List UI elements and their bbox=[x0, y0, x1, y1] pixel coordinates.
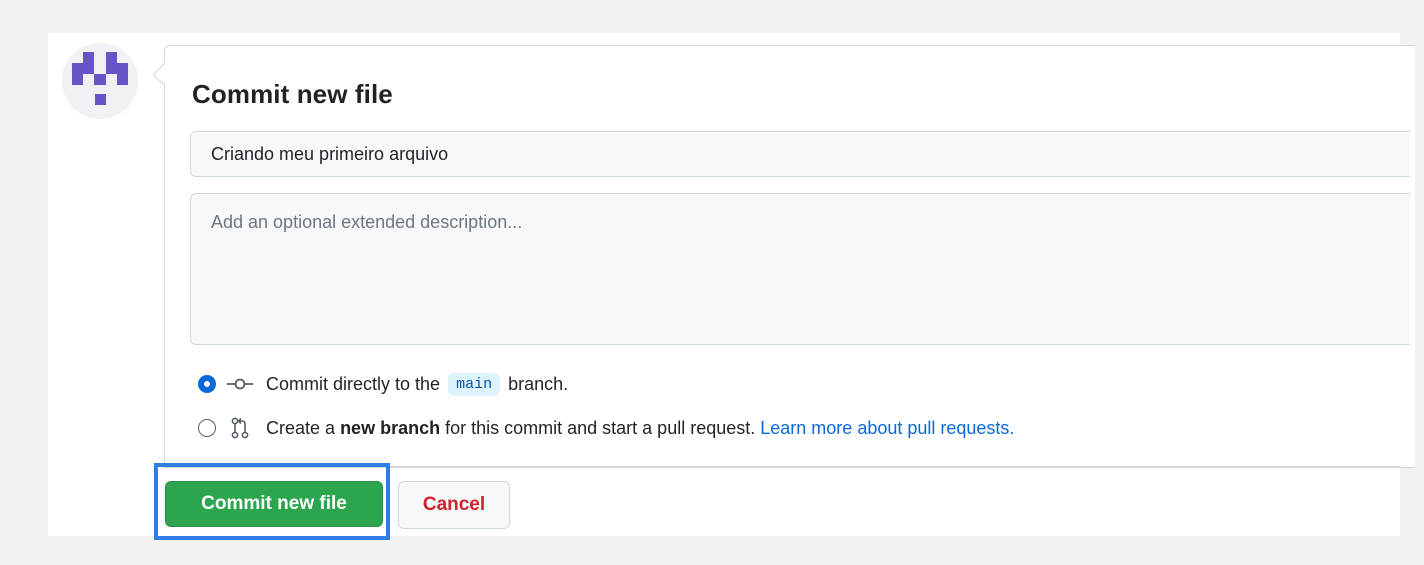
commit-new-file-button[interactable]: Commit new file bbox=[165, 481, 383, 527]
learn-more-pull-requests-link[interactable]: Learn more about pull requests. bbox=[760, 418, 1014, 439]
commit-description-textarea[interactable] bbox=[190, 193, 1410, 345]
new-branch-prefix: Create a bbox=[266, 417, 336, 438]
new-branch-option[interactable]: Create a new branch for this commit and … bbox=[198, 415, 1014, 441]
new-branch-emphasis: new branch bbox=[340, 417, 441, 438]
avatar bbox=[62, 43, 138, 119]
commit-direct-prefix: Commit directly to the bbox=[266, 373, 441, 394]
page-surface: Commit new file Commit directly to the m… bbox=[48, 33, 1415, 536]
git-pull-request-icon bbox=[226, 417, 254, 439]
git-commit-icon bbox=[226, 375, 254, 393]
new-branch-radio[interactable] bbox=[198, 419, 216, 437]
commit-summary-input[interactable] bbox=[190, 131, 1410, 177]
commit-form-title: Commit new file bbox=[192, 79, 393, 109]
identicon-avatar-icon bbox=[62, 43, 138, 119]
branch-name-tag: main bbox=[448, 372, 501, 396]
commit-direct-option[interactable]: Commit directly to the main branch. bbox=[198, 371, 568, 397]
form-divider bbox=[165, 466, 1400, 467]
cancel-button[interactable]: Cancel bbox=[398, 481, 510, 529]
commit-direct-radio[interactable] bbox=[199, 376, 215, 392]
commit-direct-suffix: branch. bbox=[508, 373, 569, 394]
new-branch-suffix: for this commit and start a pull request… bbox=[445, 417, 756, 438]
